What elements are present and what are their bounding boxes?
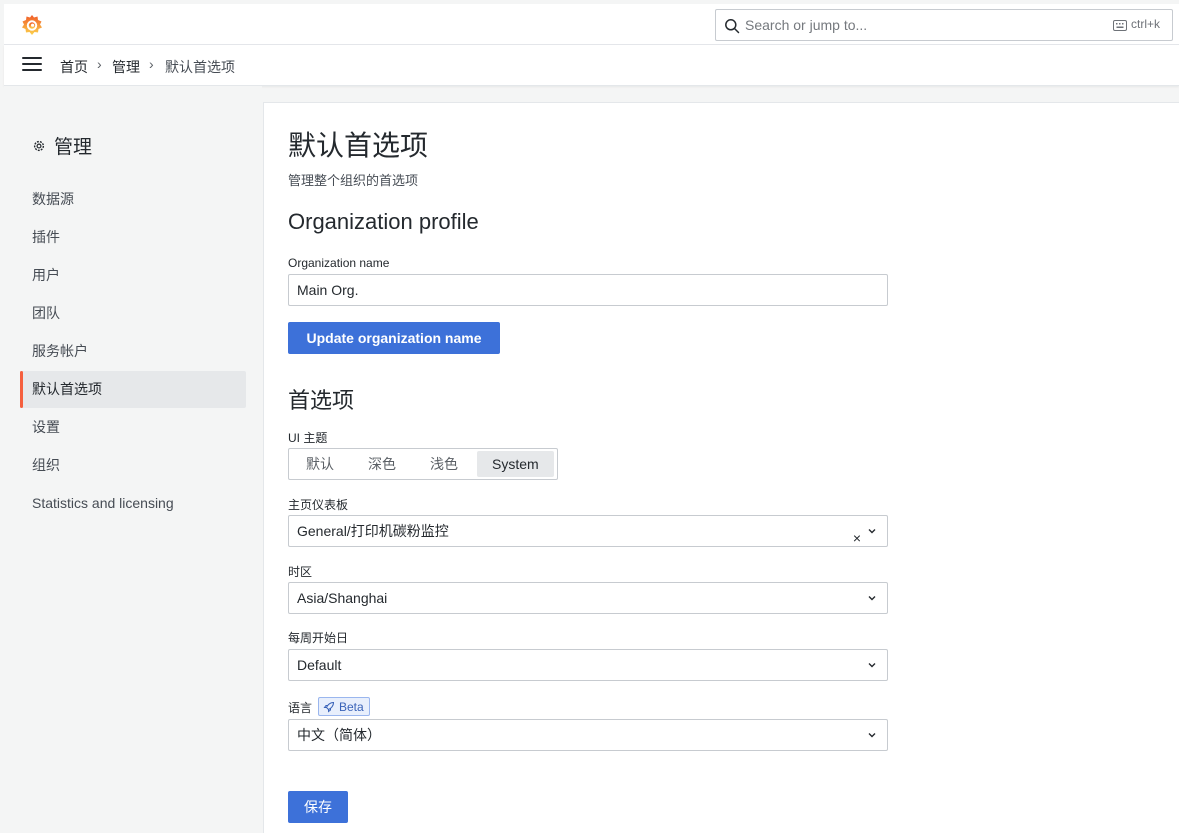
sidebar-item-plugins[interactable]: 插件 <box>20 219 246 256</box>
language-label: 语言 <box>288 701 313 715</box>
search-input[interactable]: Search or jump to... ctrl+k <box>715 9 1173 41</box>
breadcrumb-home[interactable]: 首页 <box>60 57 88 77</box>
timezone-value: Asia/Shanghai <box>297 590 388 606</box>
chevron-down-icon <box>868 733 876 738</box>
main-content: 默认首选项 管理整个组织的首选项 Organization profile Or… <box>263 102 1179 833</box>
theme-label: UI 主题 <box>288 431 328 445</box>
clear-icon[interactable]: × <box>853 523 861 553</box>
sidebar-item-orgs[interactable]: 组织 <box>20 447 246 484</box>
preferences-heading: 首选项 <box>288 388 355 413</box>
org-name-input[interactable]: Main Org. <box>288 274 888 306</box>
theme-option-default[interactable]: 默认 <box>291 451 349 477</box>
menu-icon[interactable] <box>22 57 42 73</box>
admin-sidebar: 管理 数据源 插件 用户 团队 服务帐户 默认首选项 设置 组织 Statist… <box>4 86 262 833</box>
sidebar-title-text: 管理 <box>54 137 93 158</box>
sidebar-item-default-preferences[interactable]: 默认首选项 <box>20 371 246 408</box>
breadcrumb-current: 默认首选项 <box>165 59 235 75</box>
search-icon <box>725 19 740 34</box>
chevron-right-icon: › <box>97 56 102 72</box>
sidebar-item-datasources[interactable]: 数据源 <box>20 181 246 218</box>
sidebar-item-stats-licensing[interactable]: Statistics and licensing <box>20 485 246 522</box>
timezone-select[interactable]: Asia/Shanghai <box>288 582 888 614</box>
chevron-down-icon <box>868 529 876 534</box>
language-value: 中文（简体） <box>297 727 381 743</box>
sidebar-item-teams[interactable]: 团队 <box>20 295 246 332</box>
grafana-logo-icon[interactable] <box>20 13 44 37</box>
theme-option-system[interactable]: System <box>477 451 554 477</box>
sidebar-title: 管理 <box>32 132 92 159</box>
page-title: 默认首选项 <box>288 130 429 161</box>
update-org-name-button[interactable]: Update organization name <box>288 322 500 354</box>
week-start-value: Default <box>297 657 342 673</box>
home-dashboard-value: General/打印机碳粉监控 <box>297 523 449 539</box>
theme-option-dark[interactable]: 深色 <box>353 451 411 477</box>
rocket-icon <box>323 701 335 712</box>
chevron-down-icon <box>868 596 876 601</box>
shortcut-hint: ctrl+k <box>1131 17 1161 31</box>
week-start-select[interactable]: Default <box>288 649 888 681</box>
home-dashboard-label: 主页仪表板 <box>288 498 349 512</box>
sidebar-item-settings[interactable]: 设置 <box>20 409 246 446</box>
org-profile-heading: Organization profile <box>288 209 479 234</box>
page-subtitle: 管理整个组织的首选项 <box>288 173 419 188</box>
search-placeholder: Search or jump to... <box>745 17 868 33</box>
chevron-down-icon <box>868 663 876 668</box>
breadcrumb-bar: 首页 › 管理 › 默认首选项 <box>4 45 1179 86</box>
top-bar: Search or jump to... ctrl+k <box>4 4 1179 45</box>
week-start-label: 每周开始日 <box>288 631 349 645</box>
save-button[interactable]: 保存 <box>288 791 348 823</box>
home-dashboard-select[interactable]: General/打印机碳粉监控 × <box>288 515 888 547</box>
breadcrumb-admin[interactable]: 管理 <box>112 57 140 77</box>
beta-badge-text: Beta <box>339 699 364 714</box>
keyboard-icon <box>1113 20 1127 31</box>
org-name-label: Organization name <box>288 256 390 270</box>
language-select[interactable]: 中文（简体） <box>288 719 888 751</box>
sidebar-item-users[interactable]: 用户 <box>20 257 246 294</box>
beta-badge: Beta <box>318 697 370 716</box>
timezone-label: 时区 <box>288 565 313 579</box>
sidebar-item-service-accounts[interactable]: 服务帐户 <box>20 333 246 370</box>
chevron-right-icon: › <box>149 56 154 72</box>
theme-option-light[interactable]: 浅色 <box>415 451 473 477</box>
theme-radio-group: 默认 深色 浅色 System <box>288 448 558 480</box>
gear-icon <box>33 140 45 151</box>
